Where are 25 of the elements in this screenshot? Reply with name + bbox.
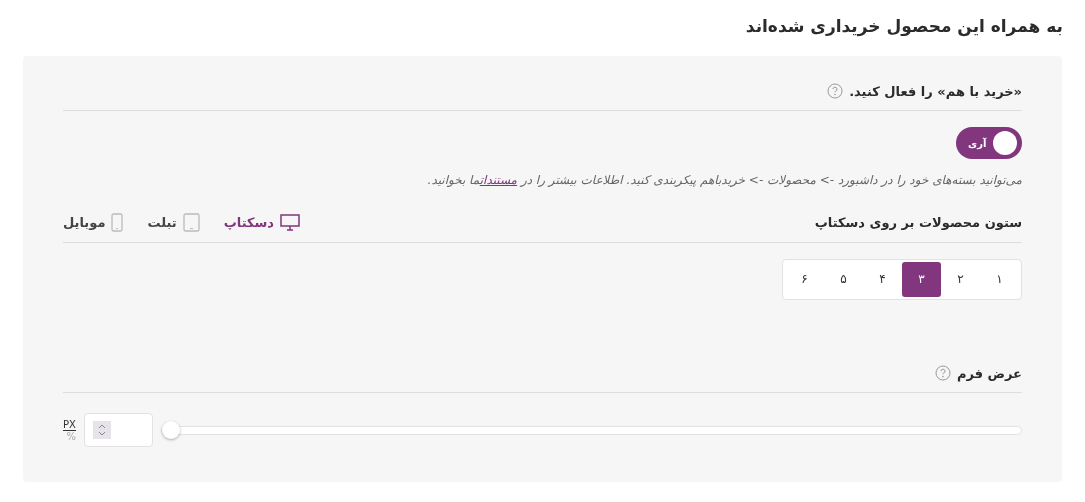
help-text: می‌توانید بسته‌های خود را در داشبورد -> محصولات -> خریدباهم پیکربندی کنید. اطلاعات بیشتر را در مستنداتما بخوانید. xyxy=(426,172,1022,189)
device-tab[interactable]: دسکتاپ xyxy=(223,213,300,233)
column-option[interactable]: ۶ xyxy=(785,261,824,297)
help-icon[interactable] xyxy=(934,365,951,382)
unit-option[interactable]: PX xyxy=(63,418,76,431)
column-option[interactable]: ۱ xyxy=(980,261,1019,297)
column-option[interactable]: ۵ xyxy=(824,261,863,297)
phone-icon xyxy=(111,213,124,233)
device-tab[interactable]: موبایل xyxy=(63,213,124,233)
number-field[interactable] xyxy=(83,413,153,447)
setting-title: ستون محصولات بر روی دسکتاپ xyxy=(814,214,1022,232)
tablet-icon xyxy=(182,213,200,233)
column-option[interactable]: ۴ xyxy=(863,261,902,297)
column-option[interactable]: ۲ xyxy=(941,261,980,297)
device-tab[interactable]: تبلت xyxy=(147,213,200,233)
help-icon[interactable] xyxy=(827,83,844,100)
setting-title: «خرید با هم» را فعال کنید. xyxy=(849,82,1022,101)
section-title: به همراه این محصول خریداری شده‌اند xyxy=(744,15,1063,39)
toggle-switch[interactable]: آری xyxy=(956,127,1022,159)
monitor-icon xyxy=(280,214,300,232)
slider-thumb[interactable] xyxy=(161,420,180,439)
spinner-icon[interactable] xyxy=(92,421,111,439)
docs-link[interactable]: مستندات xyxy=(479,173,518,187)
column-option[interactable]: ۳ xyxy=(902,261,941,297)
setting-title: عرض فرم xyxy=(956,364,1022,383)
